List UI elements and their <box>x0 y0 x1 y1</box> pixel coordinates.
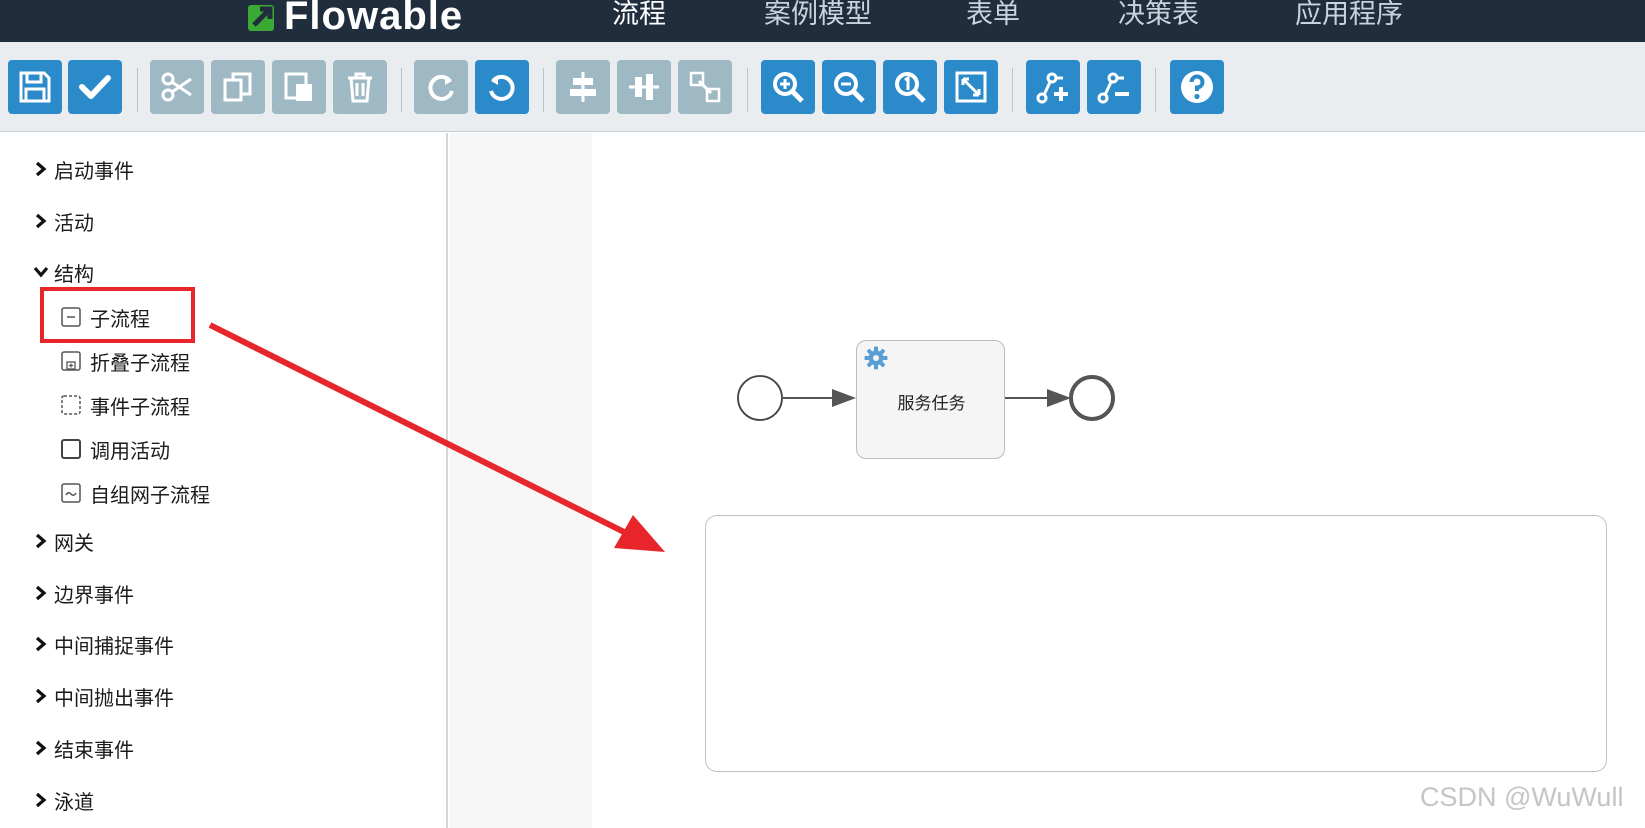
palette-group-label: 网关 <box>54 530 94 555</box>
undo-button[interactable] <box>475 60 529 114</box>
chevron-right-icon <box>35 792 47 808</box>
palette-group-swimlanes[interactable]: 泳道 <box>32 785 94 815</box>
chevron-right-icon <box>35 740 47 756</box>
service-task-label: 服务任务 <box>897 394 966 414</box>
flowable-logo-icon <box>246 0 280 33</box>
chevron-right-icon <box>35 636 47 652</box>
same-size-icon <box>689 71 721 103</box>
undo-icon <box>489 74 515 101</box>
palette-group-gateways[interactable]: 网关 <box>32 526 94 556</box>
zoom-in-icon <box>773 72 804 103</box>
chevron-right-icon <box>35 161 47 177</box>
toolbar-separator <box>401 68 402 112</box>
palette-group-start-events[interactable]: 启动事件 <box>32 154 134 184</box>
save-button[interactable] <box>8 60 62 114</box>
palette-item-label: 调用活动 <box>90 438 170 463</box>
watermark: CSDN @WuWull <box>1420 782 1624 812</box>
delete-icon <box>348 72 372 103</box>
logo-text: Flowable <box>284 0 464 38</box>
toolbar-separator <box>747 68 748 112</box>
palette-group-activities[interactable]: 活动 <box>32 206 94 236</box>
palette-group-intermediate-catch-events[interactable]: 中间捕捉事件 <box>32 629 174 659</box>
palette-item-label: 子流程 <box>90 306 150 331</box>
palette-group-intermediate-throw-events[interactable]: 中间抛出事件 <box>32 681 174 711</box>
palette-item-label: 折叠子流程 <box>90 350 190 375</box>
palette-item-collapsed-subprocess[interactable]: 折叠子流程 <box>60 346 190 376</box>
nav-tab-case-models[interactable]: 案例模型 <box>764 0 872 30</box>
palette-group-label: 边界事件 <box>54 582 134 607</box>
palette-group-label: 启动事件 <box>54 158 134 183</box>
zoom-out-button[interactable] <box>822 60 876 114</box>
chevron-down-icon <box>33 266 49 278</box>
save-icon <box>19 71 51 103</box>
palette-item-call-activity[interactable]: 调用活动 <box>60 434 170 464</box>
validate-button[interactable] <box>68 60 122 114</box>
redo-button[interactable] <box>414 60 468 114</box>
paste-icon <box>284 72 312 101</box>
delete-button[interactable] <box>333 60 387 114</box>
chevron-right-icon <box>35 533 47 549</box>
toolbar-separator <box>137 68 138 112</box>
copy-icon <box>223 72 252 102</box>
zoom-in-button[interactable] <box>761 60 815 114</box>
palette-group-label: 中间抛出事件 <box>54 685 174 710</box>
paste-button[interactable] <box>272 60 326 114</box>
subprocess-icon <box>61 307 81 327</box>
palette-item-subprocess[interactable]: 子流程 <box>60 302 150 332</box>
call-activity-icon <box>61 439 81 459</box>
same-size-button[interactable] <box>678 60 732 114</box>
cut-button[interactable] <box>150 60 204 114</box>
align-vertical-icon <box>629 74 659 100</box>
adhoc-subprocess-icon <box>61 483 81 503</box>
palette-group-label: 结构 <box>54 261 94 286</box>
zoom-fit-icon <box>955 71 987 103</box>
redo-icon <box>428 74 454 101</box>
service-task[interactable]: 服务任务 <box>856 340 1005 459</box>
palette-item-label: 事件子流程 <box>90 394 190 419</box>
zoom-actual-icon <box>895 72 926 103</box>
cut-icon <box>161 72 192 102</box>
nav-tab-apps[interactable]: 应用程序 <box>1295 0 1403 30</box>
top-navbar: Flowable 流程 案例模型 表单 决策表 应用程序 <box>0 0 1645 42</box>
toolbar-separator <box>1012 68 1013 112</box>
toolbar-separator <box>543 68 544 112</box>
palette-item-adhoc-subprocess[interactable]: 自组网子流程 <box>60 478 210 508</box>
toolbar-separator <box>1155 68 1156 112</box>
align-vertical-button[interactable] <box>617 60 671 114</box>
nav-tab-decision-tables[interactable]: 决策表 <box>1118 0 1199 30</box>
flowable-logo[interactable]: Flowable <box>246 0 463 36</box>
check-icon <box>79 75 111 99</box>
palette-group-boundary-events[interactable]: 边界事件 <box>32 578 134 608</box>
chevron-right-icon <box>35 585 47 601</box>
subprocess-shape[interactable] <box>705 515 1607 772</box>
palette-item-label: 自组网子流程 <box>90 482 210 507</box>
palette-group-label: 结束事件 <box>54 737 134 762</box>
zoom-fit-button[interactable] <box>944 60 998 114</box>
chevron-right-icon <box>35 688 47 704</box>
palette-group-label: 中间捕捉事件 <box>54 633 174 658</box>
help-icon <box>1181 71 1213 103</box>
copy-button[interactable] <box>211 60 265 114</box>
zoom-out-icon <box>834 72 865 103</box>
zoom-actual-button[interactable] <box>883 60 937 114</box>
add-bendpoint-button[interactable] <box>1026 60 1080 114</box>
remove-bendpoint-icon <box>1097 72 1129 104</box>
palette-item-event-subprocess[interactable]: 事件子流程 <box>60 390 190 420</box>
align-horizontal-icon <box>570 72 596 102</box>
palette-group-label: 泳道 <box>54 789 94 814</box>
nav-tab-forms[interactable]: 表单 <box>966 0 1020 30</box>
remove-bendpoint-button[interactable] <box>1087 60 1141 114</box>
align-horizontal-button[interactable] <box>556 60 610 114</box>
canvas-margin <box>450 133 592 828</box>
palette-group-end-events[interactable]: 结束事件 <box>32 733 134 763</box>
palette-group-structural[interactable]: 结构 <box>32 257 94 287</box>
palette-group-label: 活动 <box>54 210 94 235</box>
collapsed-subprocess-icon <box>61 351 81 371</box>
nav-tab-process[interactable]: 流程 <box>612 0 666 30</box>
event-subprocess-icon <box>61 395 81 415</box>
chevron-right-icon <box>35 213 47 229</box>
help-button[interactable] <box>1170 60 1224 114</box>
add-bendpoint-icon <box>1036 72 1068 104</box>
gear-icon <box>864 346 888 370</box>
